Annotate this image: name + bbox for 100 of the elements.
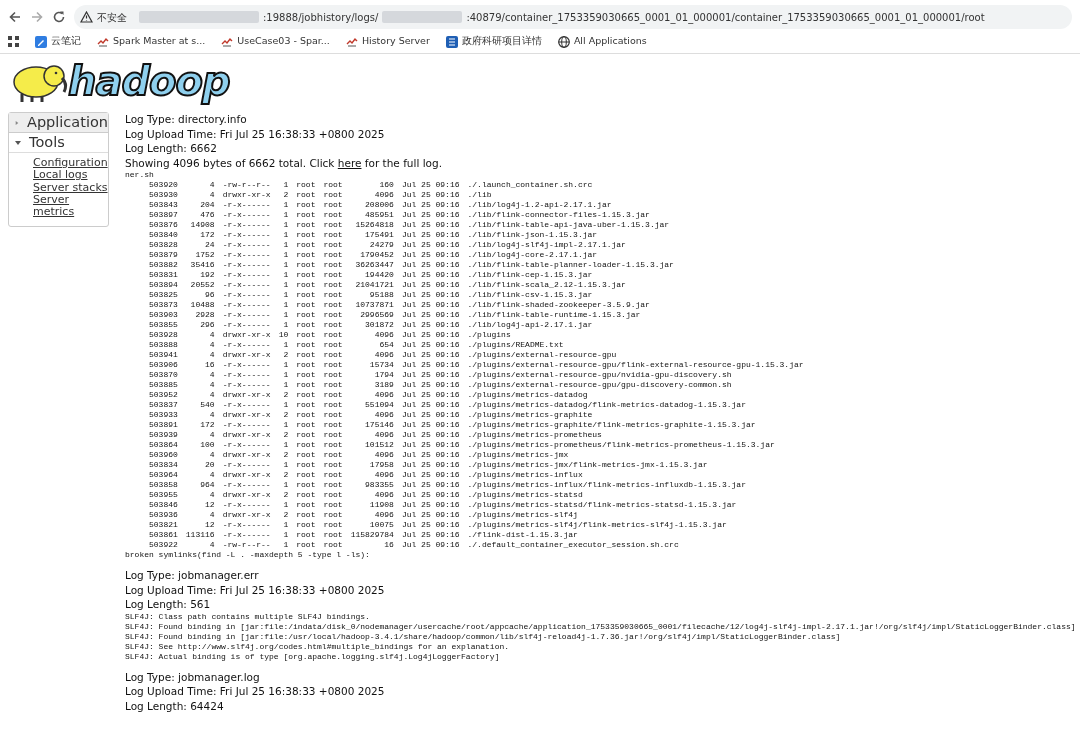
listing-cell-text: 503928 [148,330,178,340]
listing-cell-text: 503952 [148,390,178,400]
bookmark[interactable]: 云笔记 [35,34,81,49]
listing-cell: root [315,530,343,540]
listing-cell: ./lib/flink-csv-1.15.3.jar [459,290,804,300]
bookmark[interactable]: All Applications [557,34,647,49]
sidebar-link[interactable]: Server stacks [33,181,108,194]
listing-cell: -r-x------ [214,370,271,380]
listing-cell: ./lib/log4j-api-2.17.1.jar [459,320,804,330]
listing-cell-text: 1 [282,250,289,260]
listing-cell-text: 485951 [364,210,394,220]
listing-cell: Jul 25 09:16 [393,290,460,300]
listing-cell: root [315,410,343,420]
address-bar[interactable]: 不安全 :19888/jobhistory/logs/ :40879/container_1753359030665_0001_01_000001/container_1753359030665_0001_01_000001/root [74,5,1072,29]
listing-cell-text: 503933 [148,410,178,420]
listing-cell-text: 551094 [364,400,394,410]
bookmark[interactable]: UseCase03 - Spar... [221,34,330,49]
listing-cell: ./.default_container_executor_session.sh.crc [459,540,804,550]
listing-cell-text: 115829784 [349,530,394,540]
bookmark[interactable]: Spark Master at s... [97,34,206,49]
listing-cell: root [315,320,343,330]
listing-cell-text: 1 [282,500,289,510]
listing-cell: root [315,540,343,550]
listing-cell: root [288,400,316,410]
listing-cell-text: 503936 [148,510,178,520]
listing-cell: -r-x------ [214,340,271,350]
listing-cell: Jul 25 09:16 [393,260,460,270]
listing-cell-text: 4096 [373,190,394,200]
listing-cell: root [288,340,316,350]
listing-cell: Jul 25 09:16 [393,460,460,470]
listing-cell-text: 503821 [148,520,178,530]
listing-cell: -r-x------ [214,480,271,490]
bookmark[interactable]: History Server [345,34,430,49]
listing-cell: 964 [177,480,215,490]
listing-cell-text: 15734 [368,360,394,370]
listing-cell: Jul 25 09:16 [393,400,460,410]
listing-cell: -r-x------ [214,460,271,470]
listing-cell: Jul 25 09:16 [393,180,460,190]
listing-cell-text: 503837 [148,400,178,410]
listing-cell-text: 1 [282,370,289,380]
listing-cell-text: 503831 [148,270,178,280]
sidebar-link[interactable]: Server metrics [33,193,108,219]
sidebar-link[interactable]: Local logs [33,169,108,182]
full-log-link[interactable]: here [337,156,362,169]
listing-cell: root [315,470,343,480]
listing-cell: 100 [177,440,215,450]
listing-cell: 4 [177,540,215,550]
bookmark[interactable]: 政府科研项目详情 [445,34,542,49]
listing-cell-text: -r-x------ [221,300,271,310]
listing-cell-text: 1 [282,360,289,370]
listing-cell: 96 [177,290,215,300]
sidebar-section-header[interactable]: Application [9,113,108,132]
listing-cell-text: 503825 [148,290,178,300]
listing-cell: ./plugins/metrics-jmx [459,450,804,460]
listing-cell: Jul 25 09:16 [393,270,460,280]
listing-cell-text: 654 [378,340,394,350]
listing-cell: Jul 25 09:16 [393,440,460,450]
log-type: Log Type: directory.info [125,112,248,127]
listing-cell-text: 4096 [373,510,394,520]
listing-cell: root [315,330,343,340]
listing-cell-text: 503855 [148,320,178,330]
log-length: Log Length: 6662 [125,141,218,156]
listing-cell: 4 [177,350,215,360]
listing-cell: root [288,290,316,300]
listing-cell-text: 1 [282,320,289,330]
listing-cell: Jul 25 09:16 [393,250,460,260]
listing-cell: root [315,500,343,510]
listing-cell-text: 503903 [148,310,178,320]
listing-cell: root [288,330,316,340]
listing-cell: root [315,520,343,530]
listing-cell: Jul 25 09:16 [393,480,460,490]
listing-cell: root [315,190,343,200]
listing-cell: root [315,200,343,210]
listing-cell: root [288,480,316,490]
sidebar-section-header[interactable]: Tools [9,132,108,153]
listing-cell-text: 503882 [148,260,178,270]
listing-cell-text: 1 [282,400,289,410]
log-line: SLF4J: See http://www.slf4j.org/codes.html#multiple_bindings for an explanation. [125,641,511,652]
listing-cell: ./lib/log4j-slf4j-impl-2.17.1.jar [459,240,804,250]
listing-cell: Jul 25 09:16 [393,320,460,330]
log-line: SLF4J: Class path contains multiple SLF4J bindings. [125,611,371,622]
sidebar-link[interactable]: Configuration [33,157,108,170]
listing-cell-text: 175146 [364,420,394,430]
listing-cell: root [315,350,343,360]
listing-cell-text: 2 [282,510,289,520]
listing-cell-text: 503843 [148,200,178,210]
listing-cell: 1752 [177,250,215,260]
listing-cell-text: 4096 [373,470,394,480]
listing-cell: drwxr-xr-x [214,330,271,340]
listing-cell: 4 [177,450,215,460]
listing-cell: ./lib [459,190,804,200]
listing-cell: 4 [177,330,215,340]
listing-cell: root [288,510,316,520]
listing-cell: ./plugins/metrics-statsd [459,490,804,500]
listing-cell: root [288,280,316,290]
listing-cell-text: 503858 [148,480,178,490]
listing-cell: root [315,360,343,370]
listing-cell: ./plugins/metrics-graphite [459,410,804,420]
listing-cell: ./lib/flink-table-api-java-uber-1.15.3.jar [459,220,804,230]
listing-cell: ./lib/flink-cep-1.15.3.jar [459,270,804,280]
